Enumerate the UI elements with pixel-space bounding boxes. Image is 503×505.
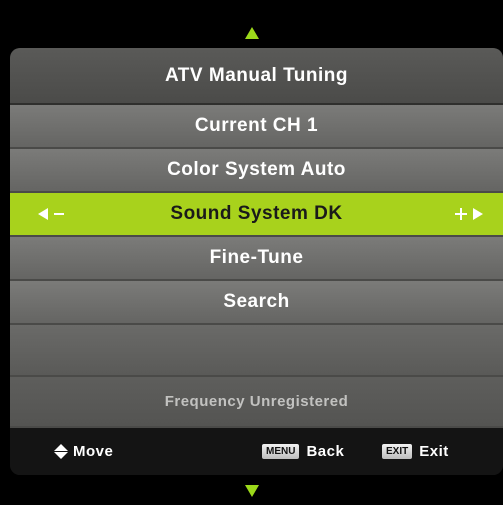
menu-item-color-system[interactable]: Color System Auto [10, 149, 503, 193]
up-down-icon [54, 444, 68, 459]
scroll-up-icon[interactable] [244, 27, 259, 39]
exit-label: Exit [419, 443, 449, 460]
decrease-control[interactable] [38, 193, 64, 235]
menu-title: ATV Manual Tuning [10, 48, 503, 105]
exit-key-icon: EXIT [382, 444, 413, 459]
minus-icon [54, 213, 64, 215]
menu-key-icon: MENU [262, 444, 300, 459]
menu-item-current-ch[interactable]: Current CH 1 [10, 105, 503, 149]
back-hint[interactable]: MENU Back [262, 428, 344, 475]
right-arrow-icon [473, 208, 483, 220]
menu-item-fine-tune[interactable]: Fine-Tune [10, 237, 503, 281]
exit-hint[interactable]: EXIT Exit [382, 428, 449, 475]
left-arrow-icon [38, 208, 48, 220]
status-text: Frequency Unregistered [10, 377, 503, 428]
back-label: Back [306, 443, 345, 460]
menu-item-search[interactable]: Search [10, 281, 503, 325]
footer-hints: Move MENU Back EXIT Exit [10, 428, 503, 475]
menu-item-sound-system[interactable]: Sound System DK [10, 193, 503, 237]
scroll-down-icon[interactable] [244, 485, 259, 497]
atv-manual-tuning-menu: ATV Manual Tuning Current CH 1 Color Sys… [10, 48, 503, 475]
menu-item-label: Sound System DK [170, 203, 343, 224]
menu-item-empty [10, 325, 503, 377]
move-label: Move [73, 443, 114, 460]
move-hint: Move [54, 428, 113, 475]
plus-icon [455, 208, 467, 220]
increase-control[interactable] [455, 193, 483, 235]
